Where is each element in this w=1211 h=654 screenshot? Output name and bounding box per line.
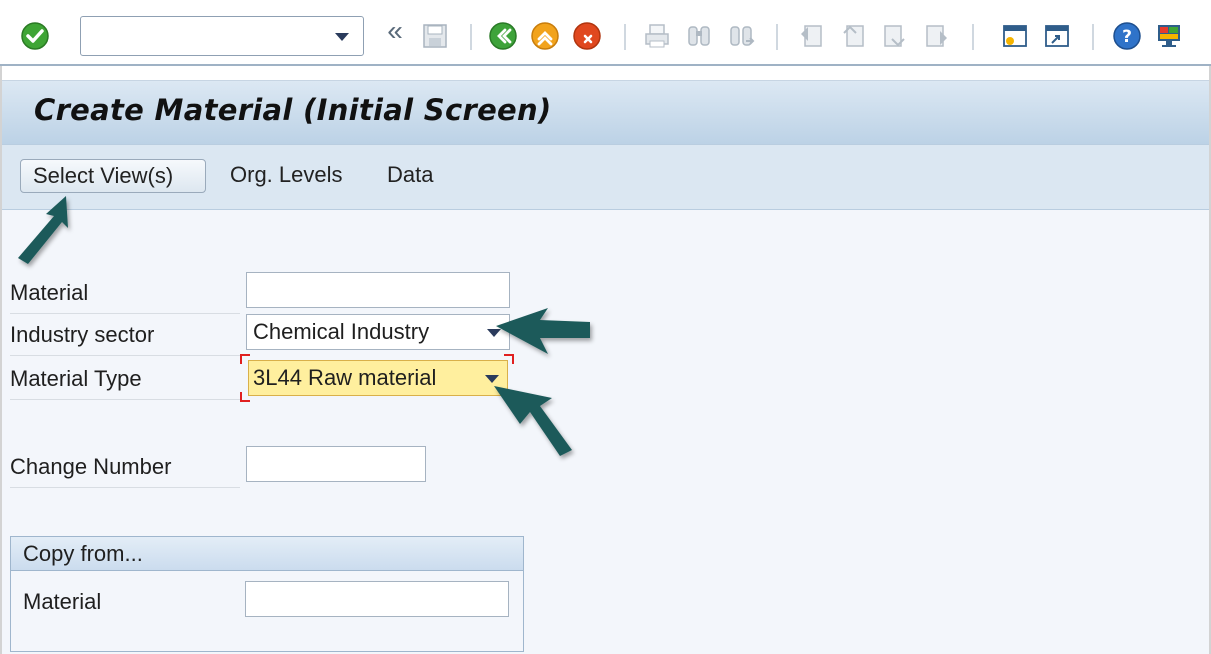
annotation-arrow — [18, 196, 68, 264]
annotation-arrows — [18, 196, 590, 456]
annotation-arrow — [496, 308, 590, 354]
annotation-arrow — [494, 386, 572, 456]
